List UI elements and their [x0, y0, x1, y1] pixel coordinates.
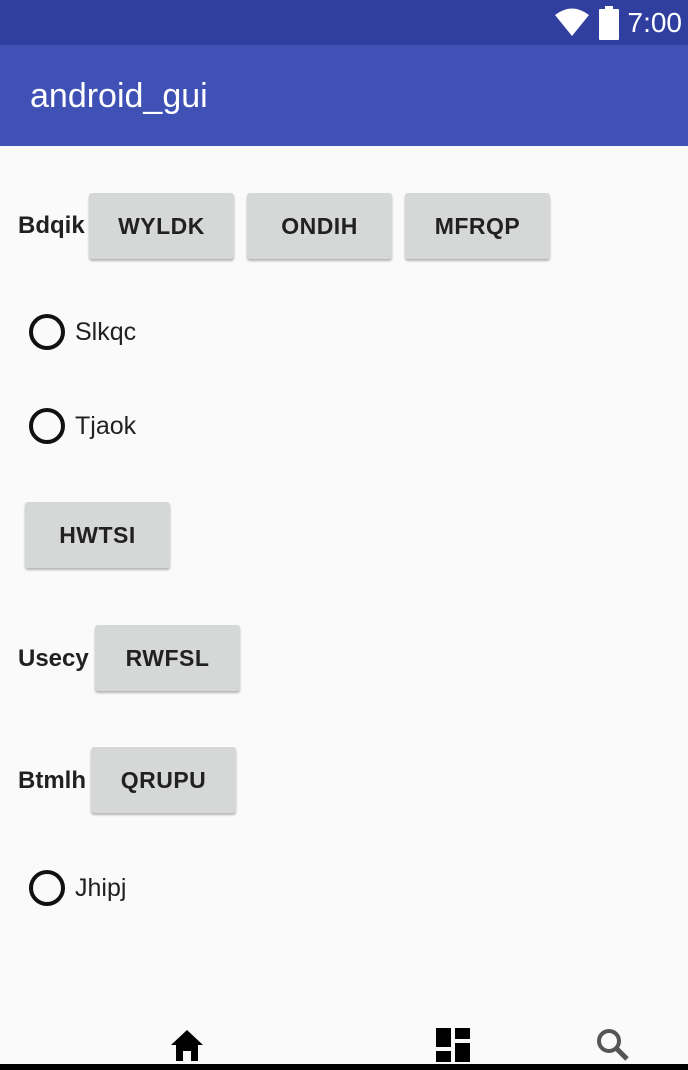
- radio-circle[interactable]: [29, 870, 65, 906]
- button-qrupu[interactable]: QRUPU: [91, 747, 236, 813]
- dashboard-icon[interactable]: [436, 1028, 470, 1062]
- radio-label: Tjaok: [75, 411, 137, 440]
- radio-slkqc[interactable]: Slkqc: [29, 314, 136, 350]
- app-bar: android_gui: [0, 45, 688, 146]
- radio-label: Jhipj: [75, 873, 127, 902]
- label-bdqik: Bdqik: [18, 212, 85, 239]
- button-ondih[interactable]: ONDIH: [247, 193, 392, 259]
- button-wyldk[interactable]: WYLDK: [89, 193, 234, 259]
- status-bar: 7:00: [0, 0, 688, 45]
- radio-label: Slkqc: [75, 317, 137, 346]
- button-rwfsl[interactable]: RWFSL: [95, 625, 240, 691]
- radio-jhipj[interactable]: Jhipj: [29, 870, 126, 906]
- bottom-divider: [0, 1064, 688, 1070]
- search-icon[interactable]: [596, 1028, 630, 1062]
- button-hwtsi[interactable]: HWTSI: [25, 502, 170, 568]
- content: Bdqik WYLDK ONDIH MFRQP Slkqc Tjaok HWTS…: [0, 146, 688, 1026]
- label-usecy: Usecy: [18, 645, 89, 672]
- button-mfrqp[interactable]: MFRQP: [405, 193, 550, 259]
- radio-tjaok[interactable]: Tjaok: [29, 408, 136, 444]
- radio-circle[interactable]: [29, 314, 65, 350]
- label-btmlh: Btmlh: [18, 767, 86, 794]
- app-title: android_gui: [30, 77, 208, 115]
- home-icon[interactable]: [169, 1028, 205, 1062]
- battery-icon: [598, 5, 619, 40]
- bottom-nav: [0, 1026, 688, 1064]
- status-time: 7:00: [627, 6, 683, 38]
- wifi-icon: [554, 8, 589, 36]
- status-icons: 7:00: [554, 0, 683, 45]
- radio-circle[interactable]: [29, 408, 65, 444]
